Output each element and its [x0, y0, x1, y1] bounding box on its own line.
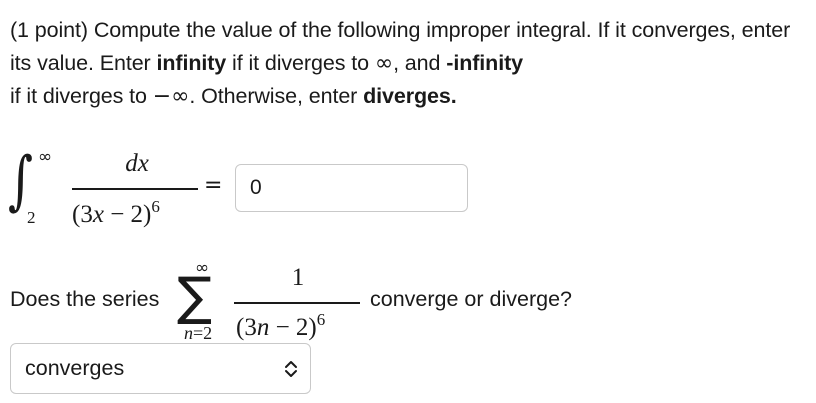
- integral-fraction-bar: [72, 188, 198, 190]
- series-question-text: converge or diverge?: [370, 287, 572, 311]
- equals-sign: =: [204, 173, 223, 198]
- series-numerator: 1: [291, 264, 305, 291]
- integral-answer-input[interactable]: [235, 164, 468, 212]
- prompt-text-2: if it diverges to: [226, 51, 375, 75]
- converge-diverge-select[interactable]: converges: [10, 343, 311, 394]
- prompt-text-5: . Otherwise, enter: [189, 84, 364, 108]
- summation-lower-limit: n=2: [184, 323, 213, 343]
- integral-lower-limit: 2: [27, 208, 36, 227]
- keyword-diverges: diverges.: [363, 84, 457, 108]
- prompt-text-4: if it diverges to: [10, 84, 153, 108]
- integral-numerator: dx: [125, 150, 149, 177]
- infinity-symbol: ∞: [374, 51, 394, 76]
- up-down-chevron-icon: [284, 359, 298, 379]
- keyword-infinity: infinity: [156, 51, 227, 75]
- neg-infinity-symbol: −∞: [152, 84, 190, 109]
- integral-sign: ∫: [8, 144, 34, 218]
- keyword-neg-infinity: -infinity: [446, 51, 523, 75]
- series-denominator: (3n − 2)6: [236, 310, 326, 341]
- prompt-text-3: , and: [393, 51, 447, 75]
- select-value: converges: [25, 356, 125, 380]
- question-prompt: (1 point) Compute the value of the follo…: [10, 14, 810, 113]
- series-lead-text: Does the series: [10, 287, 160, 311]
- series-fraction-bar: [234, 302, 360, 304]
- integral-denominator: (3x − 2)6: [72, 197, 160, 228]
- summation-upper-limit: ∞: [195, 258, 210, 278]
- integral-upper-limit: ∞: [38, 147, 53, 167]
